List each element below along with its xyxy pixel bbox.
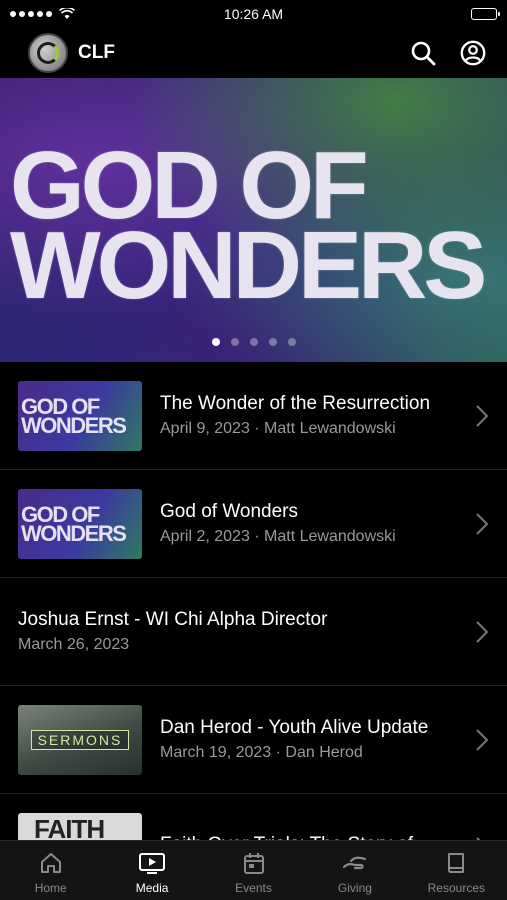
giving-hand-icon (342, 856, 367, 870)
chevron-right-icon (476, 728, 489, 751)
tab-label: Home (34, 881, 67, 895)
tab-giving[interactable]: Giving (304, 841, 405, 900)
battery-icon (471, 8, 500, 20)
item-title: Joshua Ernst - WI Chi Alpha Director (18, 609, 328, 630)
item-subtitle: March 26, 2023 (18, 636, 130, 653)
app-logo[interactable] (28, 33, 68, 73)
media-list: GOD OF WONDERS The Wonder of the Resurre… (0, 362, 507, 900)
item-title: God of Wonders (160, 501, 299, 522)
thumbnail-text: SERMONS (30, 729, 130, 750)
tab-resources[interactable]: Resources (406, 841, 507, 900)
chevron-right-icon (476, 620, 489, 643)
calendar-icon (243, 853, 264, 874)
tab-media[interactable]: Media (101, 841, 202, 900)
app-title: CLF (78, 42, 115, 63)
thumbnail-text: GOD OF WONDERS (21, 501, 127, 546)
chevron-right-icon (476, 404, 489, 427)
page-dot[interactable] (249, 338, 258, 346)
tab-label: Events (235, 881, 272, 895)
wifi-icon (59, 8, 75, 19)
list-item[interactable]: SERMONS Dan Herod - Youth Alive Update M… (0, 686, 507, 794)
carousel-page-indicator[interactable] (0, 338, 507, 346)
hero-title: GOD OF WONDERS (10, 138, 500, 319)
item-thumbnail: SERMONS (18, 704, 142, 775)
book-icon (448, 853, 465, 873)
item-title: Dan Herod - Youth Alive Update (160, 717, 429, 738)
list-item[interactable]: Joshua Ernst - WI Chi Alpha Director Mar… (0, 578, 507, 686)
list-item[interactable]: GOD OF WONDERS The Wonder of the Resurre… (0, 362, 507, 470)
item-subtitle: March 19, 2023 · Dan Herod (160, 744, 363, 761)
tab-events[interactable]: Events (203, 841, 304, 900)
page-dot[interactable] (287, 338, 296, 346)
page-dot[interactable] (230, 338, 239, 346)
tab-label: Giving (337, 881, 372, 895)
page-dot[interactable] (268, 338, 277, 346)
media-tv-icon (139, 853, 166, 874)
item-title: The Wonder of the Resurrection (160, 393, 431, 414)
page-dot[interactable] (211, 338, 220, 346)
chevron-right-icon (476, 512, 489, 535)
status-time: 10:26 AM (223, 6, 284, 22)
thumbnail-text: GOD OF WONDERS (21, 393, 127, 438)
status-bar: 10:26 AM (0, 0, 507, 28)
tab-label: Media (135, 881, 169, 895)
hero-banner[interactable]: GOD OF WONDERS (0, 78, 507, 362)
item-subtitle: April 2, 2023 · Matt Lewandowski (160, 528, 396, 545)
hero-title-line-2: WONDERS (10, 212, 487, 319)
tab-home[interactable]: Home (0, 841, 101, 900)
tab-bar: Home Media Events Giving Resources (0, 840, 507, 900)
item-thumbnail: GOD OF WONDERS (18, 380, 142, 451)
search-icon[interactable] (405, 35, 441, 71)
item-thumbnail: GOD OF WONDERS (18, 488, 142, 559)
home-icon (40, 853, 61, 873)
item-subtitle: April 9, 2023 · Matt Lewandowski (160, 420, 396, 437)
list-item[interactable]: GOD OF WONDERS God of Wonders April 2, 2… (0, 470, 507, 578)
signal-strength-icon (10, 8, 75, 20)
nav-bar: CLF (0, 28, 507, 78)
profile-icon[interactable] (455, 35, 491, 71)
tab-label: Resources (427, 881, 485, 895)
